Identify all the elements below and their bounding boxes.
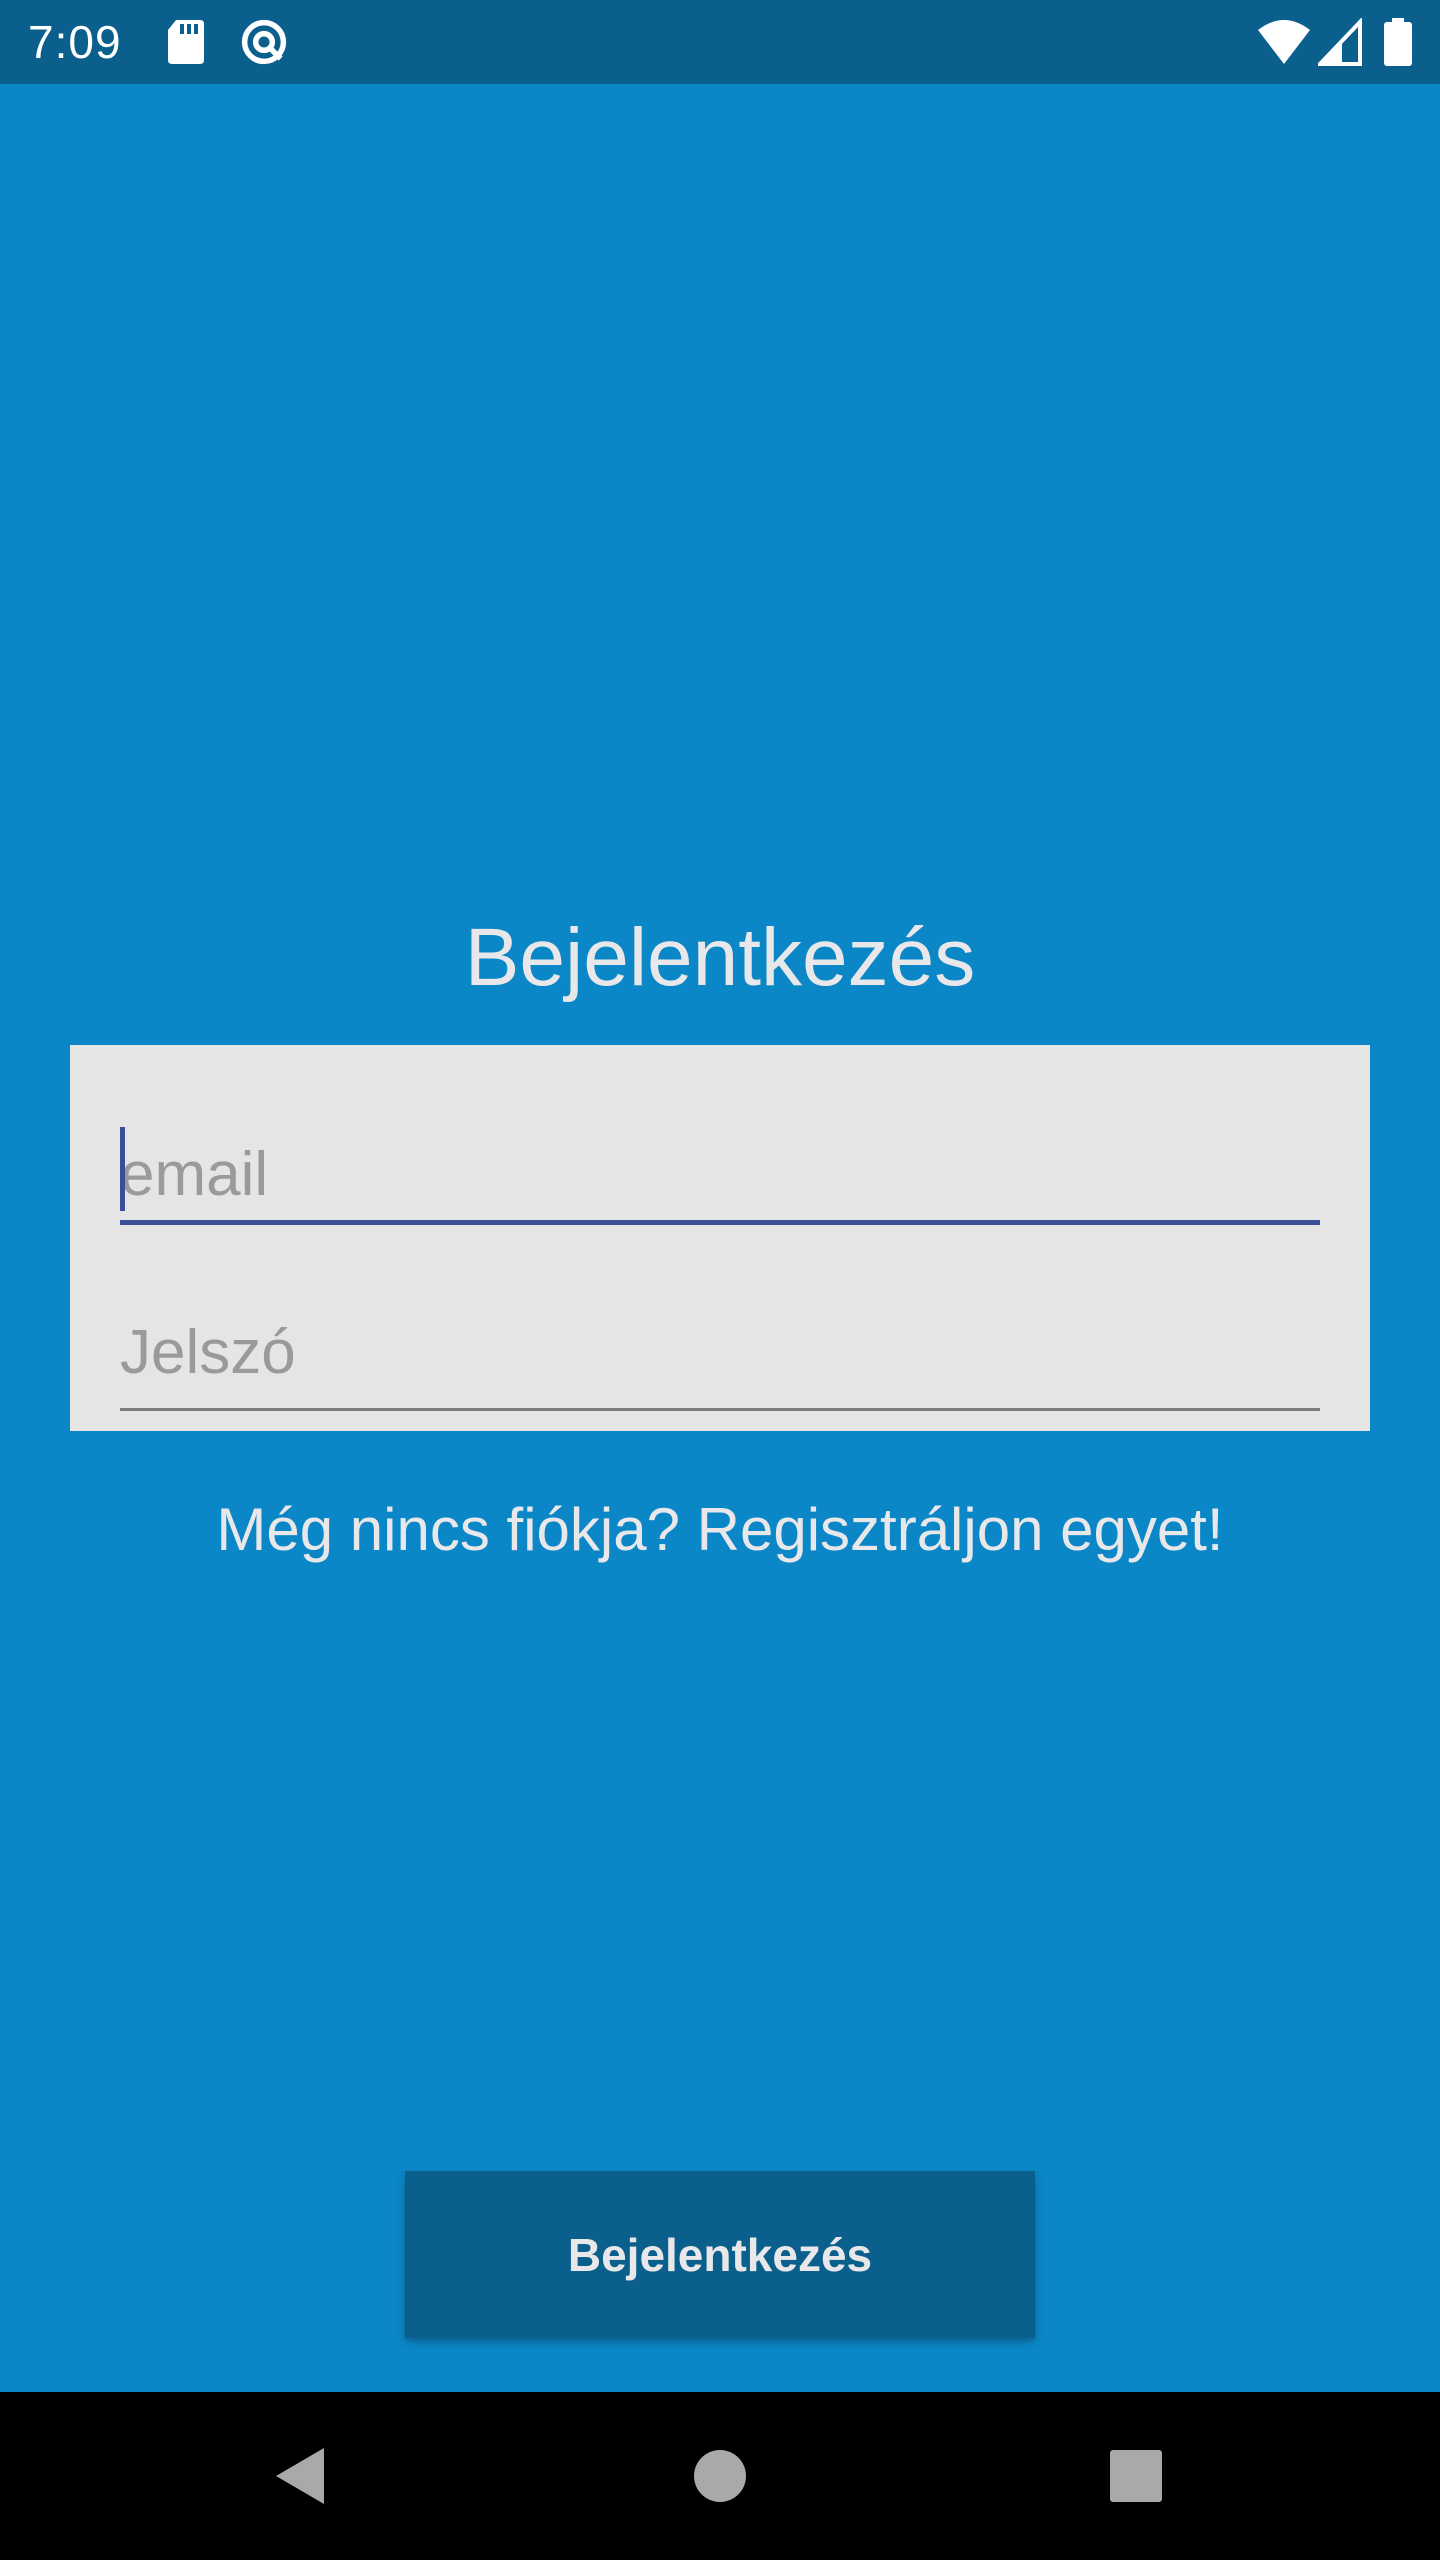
sd-card-icon [168, 20, 204, 64]
password-input[interactable] [120, 1277, 1320, 1408]
email-field-container [120, 1115, 1320, 1225]
recents-icon[interactable] [1096, 2436, 1176, 2516]
battery-icon [1384, 18, 1412, 66]
login-form [70, 1045, 1370, 1431]
back-icon[interactable] [262, 2436, 342, 2516]
wifi-icon [1258, 20, 1310, 64]
status-time: 7:09 [28, 16, 122, 68]
signal-icon [1318, 18, 1362, 66]
navigation-bar [0, 2392, 1440, 2560]
login-button[interactable]: Bejelentkezés [405, 2171, 1035, 2338]
sync-icon [241, 19, 287, 65]
login-title: Bejelentkezés [464, 912, 976, 1003]
home-icon[interactable] [680, 2436, 760, 2516]
register-link[interactable]: Még nincs fiókja? Regisztráljon egyet! [0, 1490, 1440, 1570]
status-bar: 7:09 [0, 0, 1440, 84]
password-field-container [120, 1277, 1320, 1411]
email-input[interactable] [120, 1115, 1320, 1220]
text-cursor [120, 1127, 125, 1211]
